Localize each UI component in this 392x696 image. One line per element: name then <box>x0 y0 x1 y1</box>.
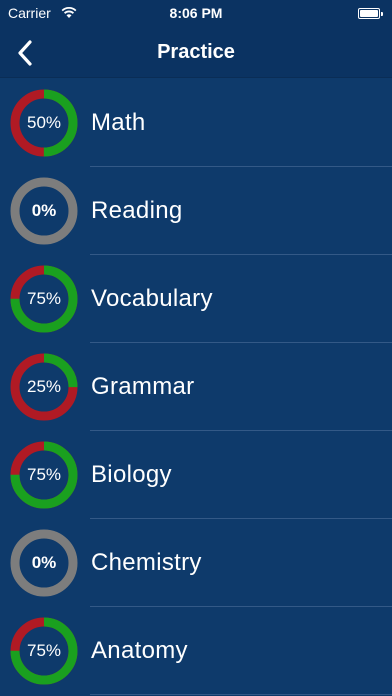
subject-name: Biology <box>91 461 172 488</box>
progress-ring: 0% <box>8 527 80 599</box>
subject-name: Reading <box>91 197 183 224</box>
subject-list: 50% Math 0% Reading 75% Vocabulary 25% Grammar 7… <box>0 79 392 695</box>
subject-row-vocabulary[interactable]: 75% Vocabulary <box>0 255 392 343</box>
progress-ring: 0% <box>8 175 80 247</box>
progress-percent: 25% <box>26 377 62 396</box>
progress-percent: 0% <box>31 553 57 572</box>
progress-ring: 50% <box>8 87 80 159</box>
progress-percent: 75% <box>26 641 62 660</box>
progress-ring: 75% <box>8 439 80 511</box>
practice-screen: Carrier 8:06 PM Practice 50% Math 0% Readin… <box>0 0 392 696</box>
progress-percent: 75% <box>26 465 62 484</box>
subject-row-biology[interactable]: 75% Biology <box>0 431 392 519</box>
subject-row-chemistry[interactable]: 0% Chemistry <box>0 519 392 607</box>
subject-name: Grammar <box>91 373 195 400</box>
subject-name: Math <box>91 109 146 136</box>
progress-ring: 75% <box>8 263 80 335</box>
subject-row-grammar[interactable]: 25% Grammar <box>0 343 392 431</box>
progress-percent: 75% <box>26 289 62 308</box>
status-bar: Carrier 8:06 PM <box>0 0 392 28</box>
page-title: Practice <box>157 41 235 63</box>
row-divider <box>90 694 392 695</box>
progress-ring: 75% <box>8 615 80 687</box>
progress-percent: 0% <box>31 201 57 220</box>
progress-percent: 50% <box>26 113 62 132</box>
subject-row-reading[interactable]: 0% Reading <box>0 167 392 255</box>
status-time: 8:06 PM <box>169 5 223 21</box>
subject-name: Vocabulary <box>91 285 213 312</box>
navigation-bar: Practice <box>0 28 392 78</box>
progress-ring: 25% <box>8 351 80 423</box>
subject-name: Anatomy <box>91 637 188 664</box>
subject-row-math[interactable]: 50% Math <box>0 79 392 167</box>
battery-icon <box>358 8 383 19</box>
subject-row-anatomy[interactable]: 75% Anatomy <box>0 607 392 695</box>
subject-name: Chemistry <box>91 549 202 576</box>
